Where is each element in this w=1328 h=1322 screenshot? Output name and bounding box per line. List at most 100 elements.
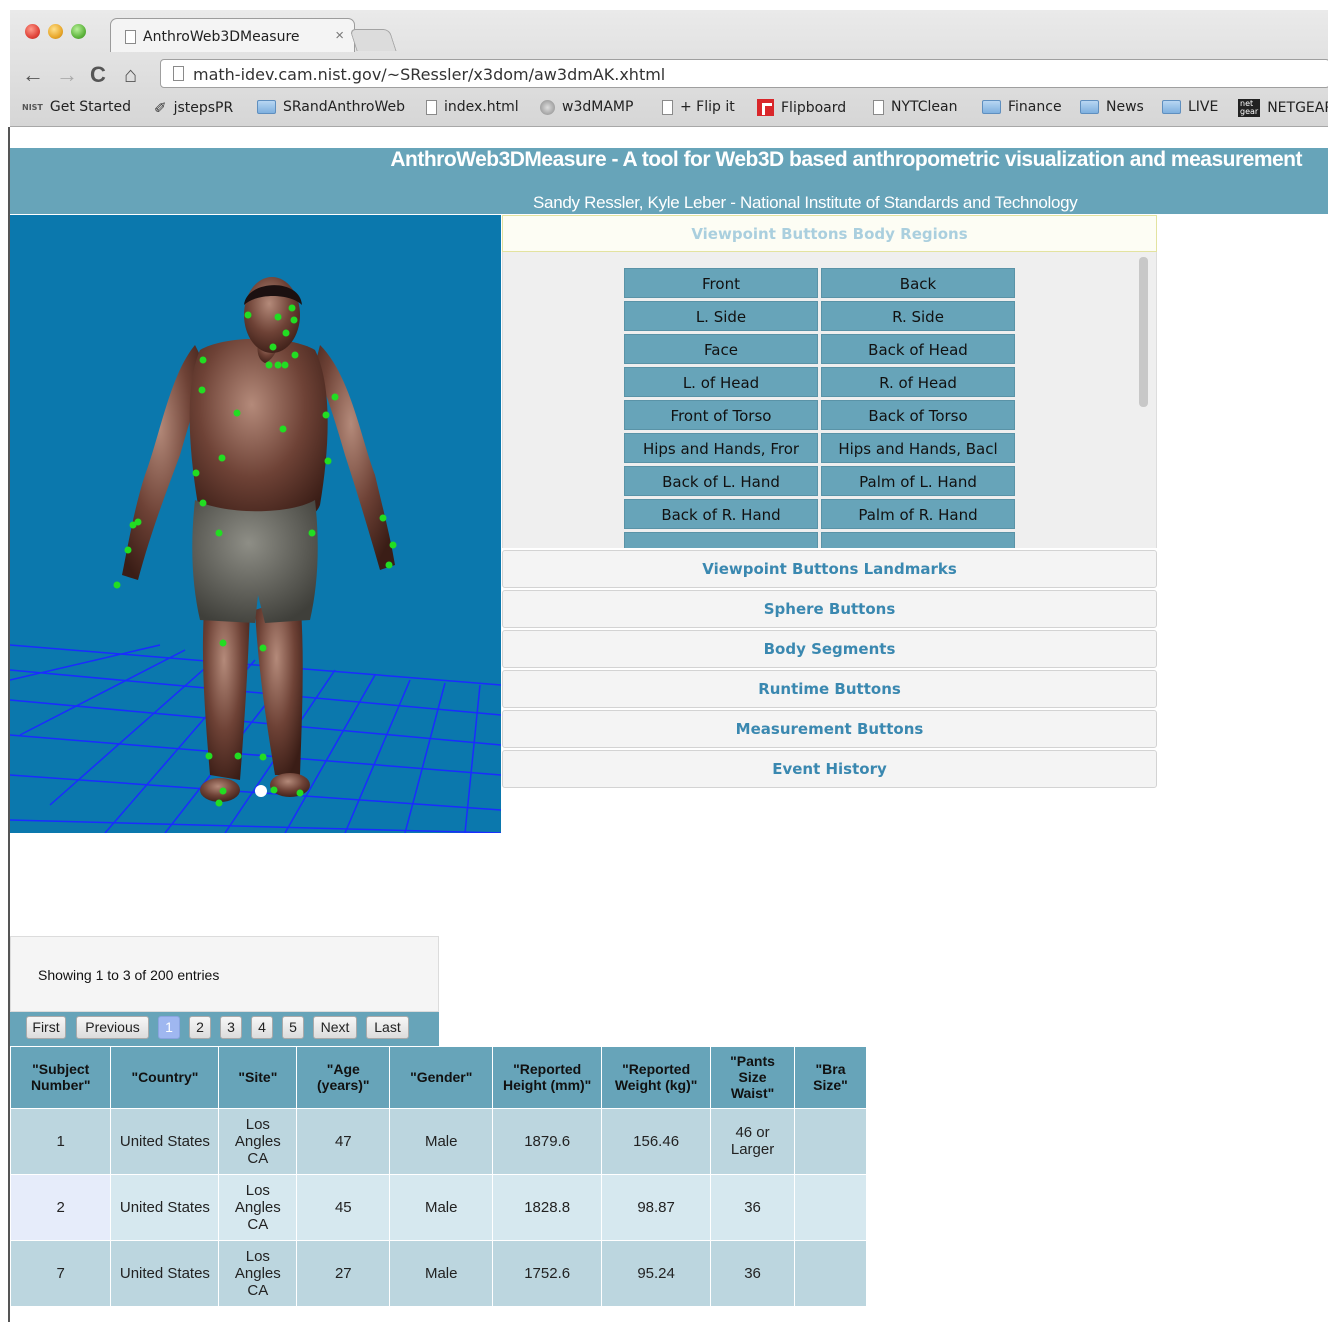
- table-cell: 46 or Larger: [710, 1107, 796, 1174]
- flipboard-icon: [757, 99, 774, 116]
- column-header[interactable]: "Country": [110, 1047, 220, 1108]
- 3d-scene[interactable]: [10, 215, 501, 833]
- accordion-header-landmarks[interactable]: Viewpoint Buttons Landmarks: [502, 550, 1157, 588]
- column-header[interactable]: "Age (years)": [296, 1047, 391, 1108]
- viewpoint-left-side-button[interactable]: L. Side: [624, 301, 818, 331]
- table-cell: Male: [389, 1107, 494, 1174]
- table-row[interactable]: 7 United States Los Angles CA 27 Male 17…: [11, 1239, 867, 1306]
- bookmark-label: jstepsPR: [173, 100, 234, 116]
- bookmark-get-started[interactable]: NIST Get Started: [22, 99, 131, 115]
- page-icon: [125, 30, 136, 44]
- page-2-button[interactable]: 2: [189, 1016, 211, 1039]
- viewpoint-back-right-hand-button[interactable]: Back of R. Hand: [624, 499, 818, 529]
- zoom-window-button[interactable]: [71, 24, 86, 39]
- viewpoint-front-of-torso-button[interactable]: Front of Torso: [624, 400, 818, 430]
- bookmark-index-html[interactable]: index.html: [426, 99, 519, 115]
- accordion-header-event-history[interactable]: Event History: [502, 750, 1157, 788]
- table-row[interactable]: 1 United States Los Angles CA 47 Male 18…: [11, 1107, 867, 1174]
- forward-arrow-icon[interactable]: →: [56, 62, 78, 88]
- page-icon: [426, 99, 437, 115]
- viewpoint-hips-hands-back-button[interactable]: Hips and Hands, Bacl: [821, 433, 1015, 463]
- table-cell: 1828.8: [492, 1173, 603, 1240]
- ground-grid: [10, 644, 501, 833]
- viewpoint-palm-right-hand-button[interactable]: Palm of R. Hand: [821, 499, 1015, 529]
- column-header[interactable]: "Bra Size": [794, 1047, 867, 1108]
- previous-page-button[interactable]: Previous: [76, 1016, 149, 1039]
- next-page-button[interactable]: Next: [313, 1016, 357, 1039]
- column-header[interactable]: "Site": [218, 1047, 298, 1108]
- viewpoint-back-of-head-button[interactable]: Back of Head: [821, 334, 1015, 364]
- minimize-window-button[interactable]: [48, 24, 63, 39]
- viewpoint-back-left-hand-button[interactable]: Back of L. Hand: [624, 466, 818, 496]
- body-regions-panel: Front Back L. Side R. Side Face Back of …: [502, 252, 1157, 548]
- viewpoint-right-side-button[interactable]: R. Side: [821, 301, 1015, 331]
- accordion-header-body-regions[interactable]: Viewpoint Buttons Body Regions: [502, 215, 1157, 252]
- url-text: math-idev.cam.nist.gov/~SRessler/x3dom/a…: [193, 65, 666, 84]
- home-icon[interactable]: ⌂: [124, 62, 137, 88]
- viewpoint-left-of-head-button[interactable]: L. of Head: [624, 367, 818, 397]
- bookmark-label: index.html: [444, 99, 519, 115]
- bookmark-jstepspr[interactable]: ✐ jstepsPR: [154, 99, 233, 117]
- page-3-button[interactable]: 3: [220, 1016, 242, 1039]
- accordion-header-body-segments[interactable]: Body Segments: [502, 630, 1157, 668]
- viewpoint-front-button[interactable]: Front: [624, 268, 818, 298]
- bookmark-live[interactable]: LIVE: [1162, 99, 1218, 115]
- viewpoint-partial-button[interactable]: [821, 532, 1015, 548]
- column-header[interactable]: "Pants Size Waist": [710, 1047, 796, 1108]
- table-cell: 27: [296, 1239, 391, 1306]
- address-bar[interactable]: math-idev.cam.nist.gov/~SRessler/x3dom/a…: [160, 59, 1328, 88]
- reload-icon[interactable]: C: [90, 62, 106, 88]
- table-cell: 47: [296, 1107, 391, 1174]
- page-icon: [662, 99, 673, 115]
- bookmark-label: NETGEAR: [1267, 100, 1328, 116]
- table-cell: 1752.6: [492, 1239, 603, 1306]
- column-header[interactable]: "Reported Height (mm)": [492, 1047, 603, 1108]
- table-cell: 36: [710, 1239, 796, 1306]
- page-1-button[interactable]: 1: [158, 1016, 180, 1039]
- viewpoint-back-button[interactable]: Back: [821, 268, 1015, 298]
- region-button-grid: Front Back L. Side R. Side Face Back of …: [624, 268, 1018, 548]
- viewpoint-back-of-torso-button[interactable]: Back of Torso: [821, 400, 1015, 430]
- first-page-button[interactable]: First: [26, 1016, 66, 1039]
- back-arrow-icon[interactable]: ←: [22, 62, 44, 88]
- table-cell: 1: [11, 1107, 112, 1174]
- page-subtitle: Sandy Ressler, Kyle Leber - National Ins…: [533, 193, 1078, 212]
- column-header[interactable]: "Subject Number": [11, 1047, 112, 1108]
- close-window-button[interactable]: [25, 24, 40, 39]
- page-5-button[interactable]: 5: [282, 1016, 304, 1039]
- viewpoint-hips-hands-front-button[interactable]: Hips and Hands, Fror: [624, 433, 818, 463]
- new-tab-button[interactable]: [349, 29, 397, 51]
- page-icon: [873, 99, 884, 115]
- panel-scrollbar[interactable]: [1139, 257, 1148, 407]
- bookmark-finance[interactable]: Finance: [982, 99, 1062, 115]
- accordion-header-measurement-buttons[interactable]: Measurement Buttons: [502, 710, 1157, 748]
- entries-info: Showing 1 to 3 of 200 entries: [38, 967, 220, 983]
- viewpoint-right-of-head-button[interactable]: R. of Head: [821, 367, 1015, 397]
- table-cell: United States: [110, 1107, 220, 1174]
- column-header[interactable]: "Reported Weight (kg)": [601, 1047, 712, 1108]
- browser-tab[interactable]: AnthroWeb3DMeasure ×: [110, 18, 355, 52]
- accordion-header-sphere-buttons[interactable]: Sphere Buttons: [502, 590, 1157, 628]
- viewpoint-palm-left-hand-button[interactable]: Palm of L. Hand: [821, 466, 1015, 496]
- page-4-button[interactable]: 4: [251, 1016, 273, 1039]
- folder-icon: [1080, 100, 1099, 114]
- table-row[interactable]: 2 United States Los Angles CA 45 Male 18…: [11, 1173, 867, 1240]
- bookmark-w3dmamp[interactable]: w3dMAMP: [540, 99, 633, 115]
- last-page-button[interactable]: Last: [366, 1016, 409, 1039]
- accordion-header-runtime-buttons[interactable]: Runtime Buttons: [502, 670, 1157, 708]
- table-cell: 7: [11, 1239, 112, 1306]
- bookmark-netgear[interactable]: net gear NETGEAR: [1238, 99, 1328, 117]
- bookmark-srandanthroweb[interactable]: SRandAnthroWeb: [257, 99, 405, 115]
- bookmark-nytclean[interactable]: NYTClean: [873, 99, 958, 115]
- tab-title: AnthroWeb3DMeasure: [143, 29, 300, 45]
- bookmark-label: Get Started: [49, 99, 131, 115]
- x3d-viewport[interactable]: [10, 215, 501, 833]
- tab-close-icon[interactable]: ×: [335, 27, 344, 44]
- viewpoint-face-button[interactable]: Face: [624, 334, 818, 364]
- bookmark-flip-it[interactable]: + Flip it: [662, 99, 735, 115]
- viewpoint-partial-button[interactable]: [624, 532, 818, 548]
- bookmark-news[interactable]: News: [1080, 99, 1144, 115]
- column-header[interactable]: "Gender": [389, 1047, 494, 1108]
- table-cell: 95.24: [601, 1239, 712, 1306]
- bookmark-flipboard[interactable]: Flipboard: [757, 99, 846, 116]
